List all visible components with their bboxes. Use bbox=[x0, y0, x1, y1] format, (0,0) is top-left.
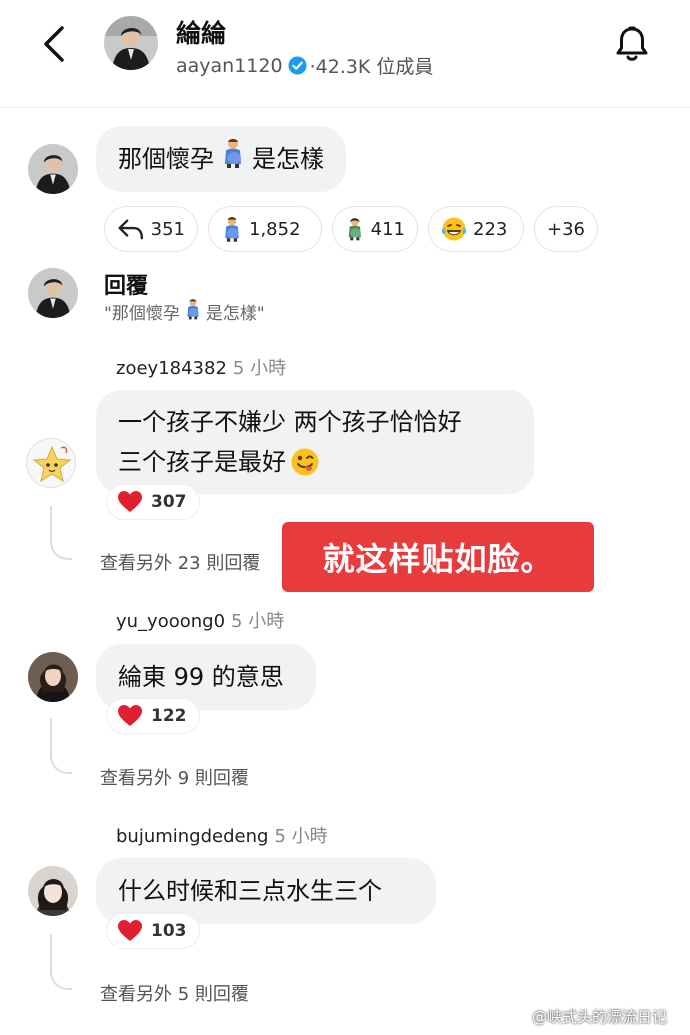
thread-connector bbox=[50, 506, 72, 560]
comment-username[interactable]: yu_yooong0 5 小時 bbox=[116, 607, 284, 633]
post-message-bubble: 那個懷孕 是怎樣 bbox=[96, 126, 346, 192]
reaction-count: 223 bbox=[473, 218, 508, 240]
heart-icon bbox=[118, 920, 142, 941]
member-count: ·42.3K 位成員 bbox=[309, 56, 434, 78]
view-more-replies-link[interactable]: 查看另外 9 則回覆 bbox=[100, 764, 249, 790]
reply-arrow-icon bbox=[118, 219, 144, 240]
reply-quote-before: "那個懷孕 bbox=[104, 304, 180, 324]
post-text-before: 那個懷孕 bbox=[118, 145, 214, 173]
comment-time: 5 小時 bbox=[232, 358, 287, 379]
reply-count: 351 bbox=[150, 218, 185, 240]
like-count: 307 bbox=[151, 492, 187, 512]
comment-time: 5 小時 bbox=[274, 826, 328, 847]
comment-bubble: 一个孩子不嫌少 两个孩子恰恰好 三个孩子是最好 bbox=[96, 390, 534, 494]
comment-avatar[interactable] bbox=[28, 652, 78, 702]
laughing-tears-emoji-icon bbox=[441, 217, 467, 241]
more-reactions-chip[interactable]: +36 bbox=[534, 206, 598, 252]
comment-text-line: 三个孩子是最好 bbox=[118, 448, 286, 476]
watermark-text: @峡式头的漂流日记 bbox=[532, 1008, 668, 1026]
view-more-replies-link[interactable]: 查看另外 23 則回覆 bbox=[100, 549, 260, 575]
channel-name[interactable]: 綸綸 bbox=[176, 14, 226, 50]
more-reactions-count: +36 bbox=[547, 218, 585, 240]
comment-text-line: 什么时候和三点水生三个 bbox=[118, 877, 382, 905]
reaction-count: 411 bbox=[370, 218, 405, 240]
verified-badge-icon bbox=[288, 56, 307, 75]
view-more-replies-link[interactable]: 查看另外 5 則回覆 bbox=[100, 980, 249, 1006]
thread-connector bbox=[50, 718, 72, 774]
comment-username-text[interactable]: zoey184382 bbox=[116, 358, 227, 379]
comment-text-line: 綸東 99 的意思 bbox=[118, 663, 284, 691]
comment-like-chip[interactable]: 307 bbox=[106, 484, 200, 520]
like-count: 103 bbox=[151, 921, 187, 941]
bell-icon bbox=[616, 26, 648, 61]
red-caption-overlay: 就这样贴如脸。 bbox=[282, 522, 594, 592]
comment-like-chip[interactable]: 122 bbox=[106, 698, 200, 734]
channel-header: 綸綸 aayan1120 ·42.3K 位成員 bbox=[0, 0, 690, 108]
like-count: 122 bbox=[151, 706, 187, 726]
comment-time: 5 小時 bbox=[231, 611, 285, 632]
comment-username-text[interactable]: bujumingdedeng bbox=[116, 826, 268, 847]
heart-icon bbox=[118, 705, 142, 726]
comment-username[interactable]: bujumingdedeng 5 小時 bbox=[116, 822, 328, 848]
reaction-count: 1,852 bbox=[249, 218, 301, 240]
reply-quote[interactable]: "那個懷孕 是怎樣" bbox=[104, 298, 265, 325]
reply-title: 回覆 bbox=[104, 274, 149, 299]
winking-tongue-emoji-icon bbox=[291, 448, 319, 476]
channel-handle[interactable]: aayan1120 bbox=[176, 55, 283, 77]
pregnant-man-emoji-icon bbox=[184, 298, 202, 325]
channel-avatar[interactable] bbox=[104, 16, 158, 70]
reaction-chip-pregnant-man[interactable]: 1,852 bbox=[208, 206, 322, 252]
heart-icon bbox=[118, 491, 142, 512]
thread-connector bbox=[50, 934, 72, 990]
comment-avatar[interactable] bbox=[28, 866, 78, 916]
comment-text-line: 一个孩子不嫌少 两个孩子恰恰好 bbox=[118, 408, 462, 436]
post-text-after: 是怎樣 bbox=[252, 145, 324, 173]
reply-quote-after: 是怎樣" bbox=[205, 304, 265, 324]
comment-username-text[interactable]: yu_yooong0 bbox=[116, 611, 225, 632]
weibo-watermark: @峡式头的漂流日记 bbox=[506, 1006, 667, 1027]
comment-avatar[interactable] bbox=[26, 438, 76, 488]
back-arrow-icon bbox=[44, 26, 64, 62]
reaction-bar: 351 1,852 411 223 +36 bbox=[104, 206, 598, 252]
comment-username[interactable]: zoey184382 5 小時 bbox=[116, 354, 286, 380]
notification-button[interactable] bbox=[610, 22, 654, 66]
pregnant-man-emoji-icon bbox=[220, 138, 246, 180]
channel-meta: aayan1120 ·42.3K 位成員 bbox=[176, 52, 433, 79]
weibo-logo-icon bbox=[506, 1008, 528, 1026]
reply-author-avatar[interactable] bbox=[28, 268, 78, 318]
comment-like-chip[interactable]: 103 bbox=[106, 913, 200, 949]
comment-text-line-wrap: 三个孩子是最好 bbox=[118, 442, 512, 482]
pregnant-person-emoji-icon bbox=[348, 218, 361, 241]
back-button[interactable] bbox=[34, 22, 78, 66]
post-author-avatar[interactable] bbox=[28, 144, 78, 194]
reaction-chip-pregnant-person[interactable]: 411 bbox=[332, 206, 418, 252]
reaction-chip-laughing[interactable]: 223 bbox=[428, 206, 524, 252]
pregnant-man-emoji-icon bbox=[225, 217, 239, 242]
reply-count-chip[interactable]: 351 bbox=[104, 206, 198, 252]
